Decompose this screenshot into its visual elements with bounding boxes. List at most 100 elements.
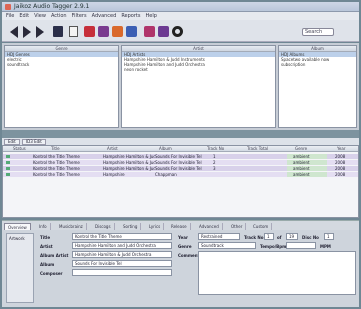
- table-row[interactable]: Kontrol the Title Theme Hampshire Hamilt…: [3, 166, 358, 171]
- play-icon[interactable]: [36, 26, 44, 38]
- cell-year[interactable]: 2008: [335, 172, 345, 177]
- cell-title[interactable]: Kontrol the Title Theme: [33, 160, 103, 165]
- toolbar: Search: [2, 20, 359, 42]
- artist-pane[interactable]: Artist HDJ Artists Hampshire Hamilton & …: [121, 45, 276, 128]
- menu-file[interactable]: File: [6, 13, 14, 19]
- cell-artist[interactable]: Hampshire Hamilton & Judd: [103, 154, 155, 159]
- track-no-field[interactable]: 1: [264, 233, 274, 240]
- search-input[interactable]: Search: [302, 28, 334, 36]
- cell-album[interactable]: Sounds For Invisible Tel: [155, 166, 205, 171]
- menu-action[interactable]: Action: [51, 13, 67, 19]
- list-item[interactable]: subscription: [279, 62, 356, 67]
- table-row[interactable]: Kontrol the Title Theme Hampshire Hamilt…: [3, 160, 358, 165]
- tab-custom[interactable]: Custom: [250, 223, 273, 230]
- status-icon: [6, 167, 10, 170]
- tracks-table: Status Title Artist Album Track No Track…: [2, 145, 359, 218]
- title-field[interactable]: Kontrol the Title Theme: [72, 233, 172, 240]
- album-field[interactable]: Sounds For Invisible Tel: [72, 260, 172, 267]
- cell-track-no[interactable]: 3: [213, 166, 216, 171]
- track-total-field[interactable]: 19: [286, 233, 298, 240]
- orange-tag-icon[interactable]: [112, 26, 123, 37]
- comment-field[interactable]: [198, 251, 356, 295]
- cell-artist[interactable]: Hampshire Hamilton & Judd: [103, 166, 155, 171]
- artwork-panel[interactable]: Artwork: [6, 233, 34, 303]
- genre-select[interactable]: Soundtrack: [198, 242, 256, 249]
- genre-pane[interactable]: Genre HDJ Genres electric soundtrack: [4, 45, 119, 128]
- list-item[interactable]: neon rocket: [122, 67, 275, 72]
- tab-overview[interactable]: Overview: [4, 223, 31, 230]
- save-icon[interactable]: [53, 26, 63, 37]
- cell-track-no[interactable]: 2: [213, 160, 216, 165]
- tab-release[interactable]: Release: [168, 223, 191, 230]
- splitter[interactable]: [2, 130, 359, 138]
- top-tab-strip: Edit ID3 Edit: [2, 138, 359, 145]
- blue-tag-icon[interactable]: [126, 26, 137, 37]
- artwork-label: Artwork: [9, 236, 25, 241]
- tab-other[interactable]: Other: [228, 223, 247, 230]
- comment-label: Comment: [178, 253, 200, 258]
- col-status[interactable]: Status: [13, 146, 26, 152]
- menu-help[interactable]: Help: [146, 13, 157, 19]
- col-album[interactable]: Album: [159, 146, 172, 152]
- tab-lyrics[interactable]: Lyrics: [146, 223, 165, 230]
- col-title[interactable]: Title: [51, 146, 60, 152]
- cell-genre[interactable]: ambient: [293, 172, 310, 177]
- forward-icon[interactable]: [23, 26, 31, 38]
- list-item[interactable]: soundtrack: [5, 62, 118, 67]
- tab-musicbrainz[interactable]: Musicbrainz: [56, 223, 87, 230]
- cell-track-no[interactable]: 1: [213, 154, 216, 159]
- menu-view[interactable]: View: [34, 13, 46, 19]
- status-icon: [6, 173, 10, 176]
- col-artist[interactable]: Artist: [107, 146, 118, 152]
- cell-year[interactable]: 2008: [335, 166, 345, 171]
- tab-discogs[interactable]: Discogs: [92, 223, 115, 230]
- browse-panes: Genre HDJ Genres electric soundtrack Art…: [2, 43, 359, 130]
- cell-title[interactable]: Kontrol the Title Theme: [33, 166, 103, 171]
- artist-label: Artist: [40, 244, 53, 249]
- cell-artist[interactable]: Hampshire Hamilton & Judd: [103, 160, 155, 165]
- table-header: Status Title Artist Album Track No Track…: [3, 146, 358, 152]
- composer-field[interactable]: [72, 269, 172, 276]
- tab-info[interactable]: Info: [36, 223, 51, 230]
- artist-field[interactable]: Hampshire Hamilton and Judd Orchestra: [72, 242, 172, 249]
- tempo-field[interactable]: [286, 242, 316, 249]
- col-year[interactable]: Year: [337, 146, 345, 152]
- back-icon[interactable]: [10, 26, 18, 38]
- cell-title[interactable]: Kontrol the Title Theme: [33, 172, 103, 177]
- table-row[interactable]: Kontrol the Title Theme Hampshire Chappm…: [3, 172, 358, 177]
- magenta-tag-icon[interactable]: [144, 26, 155, 37]
- ring-icon[interactable]: [172, 26, 183, 37]
- cell-genre[interactable]: ambient: [293, 154, 310, 159]
- disc-no-field[interactable]: 1: [324, 233, 334, 240]
- disc-no-label: Disc No: [302, 235, 319, 240]
- col-genre[interactable]: Genre: [295, 146, 307, 152]
- cell-album[interactable]: Sounds For Invisible Tel: [155, 160, 205, 165]
- of-label: of: [277, 235, 282, 240]
- col-track-no[interactable]: Track No: [207, 146, 224, 152]
- cell-title[interactable]: Kontrol the Title Theme: [33, 154, 103, 159]
- cell-artist[interactable]: Hampshire: [103, 172, 155, 177]
- menu-reports[interactable]: Reports: [121, 13, 140, 19]
- purple-tag-icon-2[interactable]: [158, 26, 169, 37]
- cell-year[interactable]: 2008: [335, 154, 345, 159]
- menu-edit[interactable]: Edit: [19, 13, 29, 19]
- menu-advanced[interactable]: Advanced: [92, 13, 117, 19]
- cell-album[interactable]: Sounds For Invisible Tel: [155, 154, 205, 159]
- year-field[interactable]: Restrained: [198, 233, 240, 240]
- cell-genre[interactable]: ambient: [293, 166, 310, 171]
- col-track-total[interactable]: Track Total: [247, 146, 268, 152]
- purple-tag-icon[interactable]: [98, 26, 109, 37]
- table-row[interactable]: Kontrol the Title Theme Hampshire Hamilt…: [3, 154, 358, 159]
- tab-sorting[interactable]: Sorting: [120, 223, 142, 230]
- title-label: Title: [40, 235, 51, 240]
- cell-genre[interactable]: ambient: [293, 160, 310, 165]
- tab-advanced[interactable]: Advanced: [196, 223, 223, 230]
- cell-year[interactable]: 2008: [335, 160, 345, 165]
- window-title: Jaikoz Audio Tagger 2.9.1: [14, 3, 90, 10]
- menu-filters[interactable]: Filters: [72, 13, 87, 19]
- album-artist-field[interactable]: Hampshire Hamilton & Judd Orchestra: [72, 251, 172, 258]
- album-pane[interactable]: Album HDJ Albums Spacetwo available now …: [278, 45, 357, 128]
- cell-album[interactable]: Chappman: [155, 172, 205, 177]
- document-icon[interactable]: [69, 26, 78, 37]
- red-tag-icon[interactable]: [84, 26, 95, 37]
